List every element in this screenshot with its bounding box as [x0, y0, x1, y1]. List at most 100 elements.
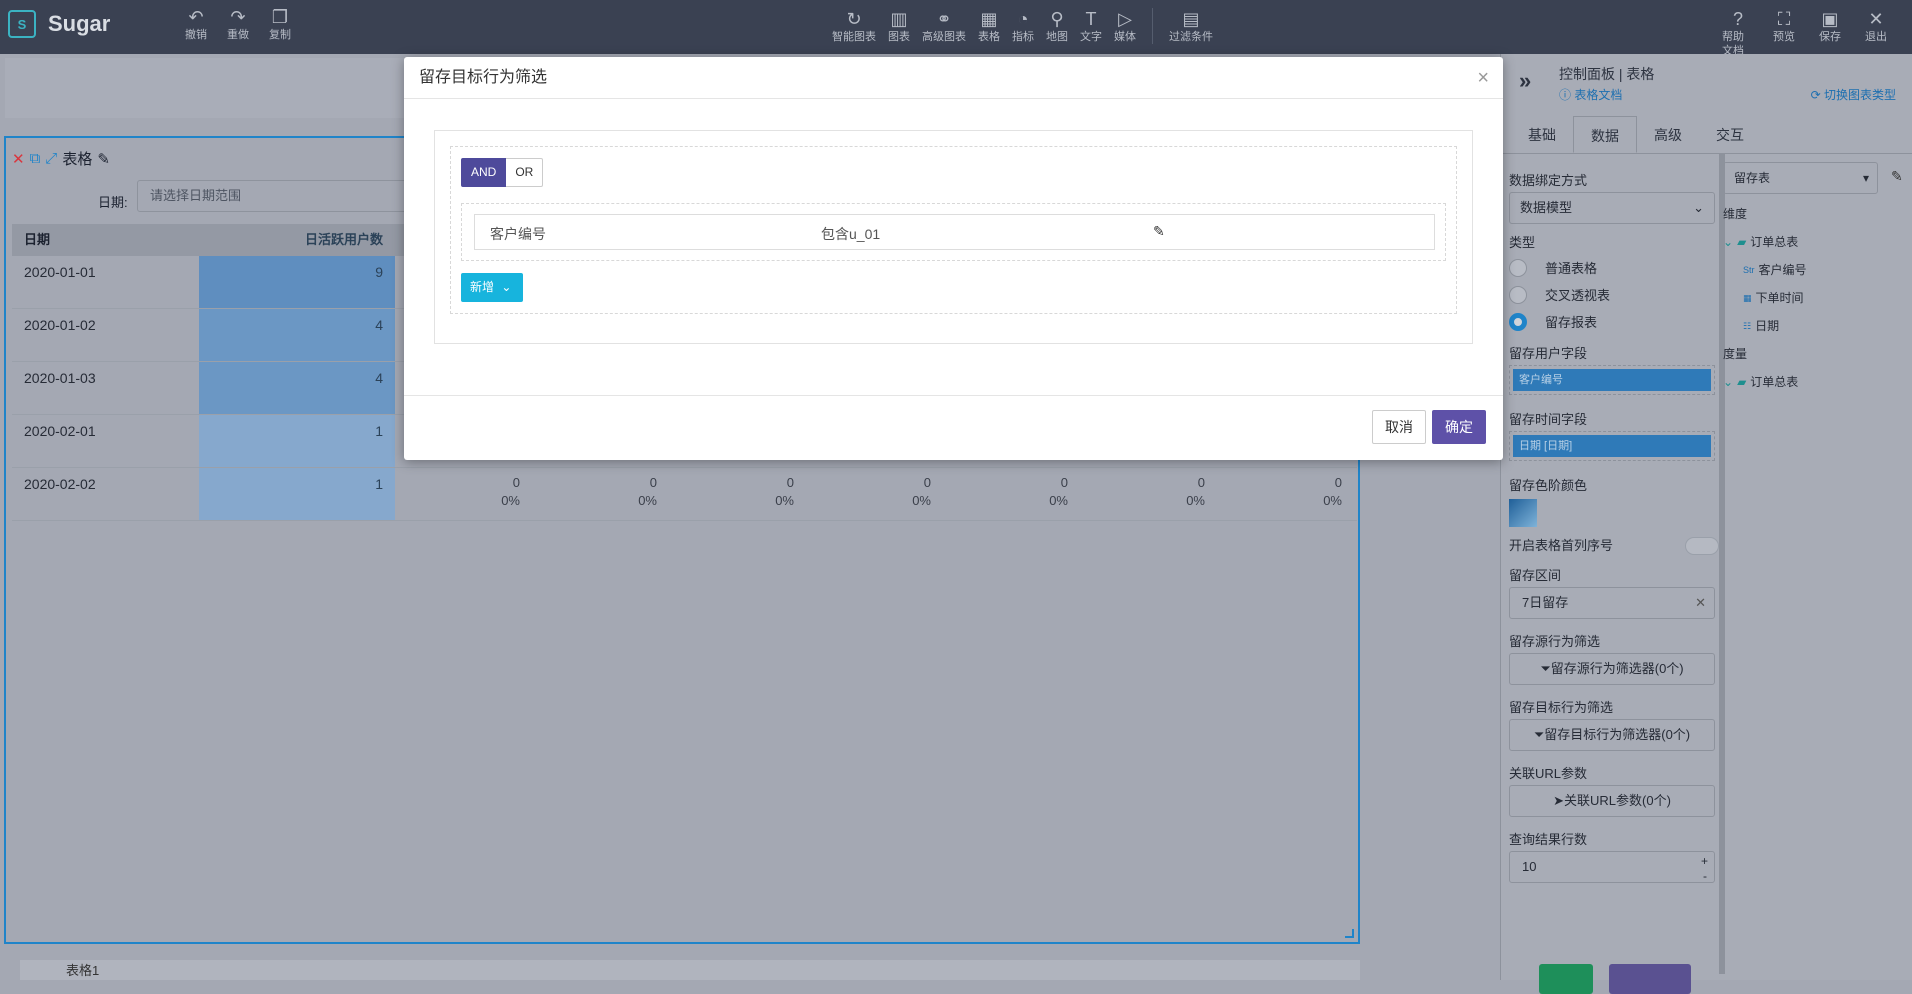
bar-chart-button[interactable]: ▥ 图表 — [888, 8, 910, 44]
user-field-dropzone[interactable]: 客户编号 — [1509, 365, 1715, 395]
modal-footer: 取消 确定 — [404, 395, 1503, 460]
edit-condition-icon[interactable]: ✎ — [1153, 223, 1165, 240]
stepper-down-icon[interactable]: - — [1703, 861, 1707, 891]
range-select[interactable]: 7日留存 ✕ — [1509, 587, 1715, 619]
smart-chart-button[interactable]: ↻ 智能图表 — [832, 8, 876, 44]
panel-bottom-buttons — [1539, 964, 1691, 994]
save-button[interactable]: ▣ 保存 — [1814, 8, 1846, 58]
tab-3[interactable]: 交互 — [1699, 116, 1761, 153]
table-doc-link[interactable]: ⓘ 表格文档 — [1559, 86, 1654, 103]
delete-icon[interactable]: ✕ — [12, 150, 25, 168]
map-pin-button[interactable]: ⚲ 地图 — [1046, 8, 1068, 44]
media-button[interactable]: ▷ 媒体 — [1114, 8, 1136, 44]
switch-chart-type-link[interactable]: ⟳ 切换图表类型 — [1811, 86, 1896, 103]
edit-title-icon[interactable]: ✎ — [97, 150, 110, 168]
user-field-chip[interactable]: 客户编号 — [1513, 369, 1711, 391]
funnel-icon: ⏷ — [1540, 661, 1551, 676]
media-icon: ▷ — [1118, 9, 1132, 29]
condition-list: 客户编号 包含u_01 ✎ — [461, 203, 1446, 261]
rows-input[interactable]: 10 + - — [1509, 851, 1715, 883]
logic-toggle: AND OR — [461, 158, 544, 187]
smart-chart-icon: ↻ — [846, 9, 862, 29]
collapse-panel-icon[interactable]: » — [1519, 68, 1531, 94]
gauge-button[interactable]: ◔ 指标 — [1012, 8, 1034, 44]
condition-row[interactable]: 客户编号 包含u_01 ✎ — [474, 214, 1435, 250]
confirm-button[interactable]: 确定 — [1432, 410, 1486, 444]
url-label: 关联URL参数 — [1509, 766, 1588, 781]
dimension-field[interactable]: ▦ 下单时间 — [1723, 284, 1905, 312]
cell-percent: 0% — [1323, 493, 1342, 508]
radio-icon[interactable] — [1509, 285, 1527, 304]
close-icon[interactable]: × — [1477, 57, 1489, 99]
time-field-label: 留存时间字段 — [1509, 412, 1588, 427]
filter-calendar-icon: ▤ — [1182, 9, 1200, 29]
binding-select[interactable]: 数据模型 ⌄ — [1509, 192, 1715, 224]
tab-1[interactable]: 数据 — [1573, 116, 1637, 153]
duplicate-icon[interactable]: ⧉ — [30, 150, 41, 167]
target-filter-button[interactable]: ⏷留存目标行为筛选器(0个) — [1509, 719, 1715, 751]
rows-value: 10 — [1522, 859, 1537, 874]
binding-label: 数据绑定方式 — [1509, 173, 1588, 188]
time-field-dropzone[interactable]: 日期 [日期] — [1509, 431, 1715, 461]
table-select-value: 留存表 — [1734, 171, 1771, 185]
source-filter-button[interactable]: ⏷留存源行为筛选器(0个) — [1509, 653, 1715, 685]
source-filter-button-label: 留存源行为筛选器(0个) — [1550, 661, 1684, 676]
dimension-field[interactable]: ☷ 日期 — [1723, 312, 1905, 340]
widget-tab-label[interactable]: 表格1 — [66, 963, 99, 978]
type-radio[interactable]: 交叉透视表 — [1509, 281, 1719, 308]
logic-or-button[interactable]: OR — [506, 158, 544, 187]
copy-button[interactable]: ❐ 复制 — [264, 6, 296, 42]
app-logo: S Sugar — [8, 10, 110, 38]
redo-icon: ↷ — [230, 7, 246, 27]
cell-retention: 0 0% — [943, 468, 1080, 520]
logic-and-button[interactable]: AND — [461, 158, 507, 187]
dimension-field[interactable]: Str 客户编号 — [1723, 256, 1905, 284]
debug-button[interactable] — [1539, 964, 1593, 994]
color-swatch[interactable] — [1509, 499, 1537, 527]
resize-handle-icon[interactable] — [1344, 928, 1354, 938]
radio-icon[interactable] — [1509, 312, 1527, 331]
measure-root[interactable]: ⌄ ▰ 订单总表 — [1723, 368, 1905, 396]
refresh-chart-button[interactable] — [1609, 964, 1691, 994]
expand-icon[interactable]: ⤢ — [45, 150, 57, 167]
radio-icon[interactable] — [1509, 258, 1527, 277]
widget-header: ✕ ⧉ ⤢ 表格 ✎ — [12, 148, 110, 169]
column-header-date[interactable]: 日期 — [12, 224, 199, 256]
text-icon: T — [1085, 9, 1097, 29]
text-button[interactable]: T 文字 — [1080, 8, 1102, 44]
column-header-dau[interactable]: 日活跃用户数 — [199, 224, 395, 256]
tab-0[interactable]: 基础 — [1511, 116, 1573, 153]
send-icon: ➤ — [1553, 793, 1564, 808]
close-button[interactable]: ✕ 退出 — [1860, 8, 1892, 58]
table-button[interactable]: ▦ 表格 — [978, 8, 1000, 44]
advanced-chart-button[interactable]: ⚭ 高级图表 — [922, 8, 966, 44]
panel-tabs: 基础 数据 高级 交互 — [1501, 116, 1912, 154]
table-select[interactable]: 留存表 ▾ — [1723, 162, 1878, 194]
help-button[interactable]: ? 帮助文档 — [1722, 8, 1754, 58]
cancel-button[interactable]: 取消 — [1372, 410, 1426, 444]
redo-button[interactable]: ↷ 重做 — [222, 6, 254, 42]
add-condition-button[interactable]: 新增 ⌄ — [461, 273, 523, 302]
type-radio[interactable]: 留存报表 — [1509, 308, 1719, 335]
dimension-root[interactable]: ⌄ ▰ 订单总表 — [1723, 228, 1905, 256]
toolbar-label: 智能图表 — [832, 31, 876, 43]
user-field-label: 留存用户字段 — [1509, 346, 1588, 361]
cell-count: 0 — [1334, 475, 1342, 490]
fullscreen-button[interactable]: ⛶ 预览 — [1768, 8, 1800, 58]
toolbar-label: 文字 — [1080, 31, 1102, 43]
time-field-chip[interactable]: 日期 [日期] — [1513, 435, 1711, 457]
url-params-button[interactable]: ➤关联URL参数(0个) — [1509, 785, 1715, 817]
undo-button[interactable]: ↶ 撤销 — [180, 6, 212, 42]
edit-icon[interactable]: ✎ — [1891, 168, 1903, 185]
type-radio[interactable]: 普通表格 — [1509, 254, 1719, 281]
date-range-input[interactable]: 请选择日期范围 — [137, 180, 417, 212]
toolbar-label: 重做 — [227, 29, 249, 41]
save-icon: ▣ — [1821, 9, 1839, 29]
serial-toggle[interactable] — [1685, 537, 1719, 555]
tab-2[interactable]: 高级 — [1637, 116, 1699, 153]
filter-calendar-button[interactable]: ▤ 过滤条件 — [1169, 8, 1213, 44]
condition-field: 客户编号 — [490, 226, 546, 242]
clear-icon[interactable]: ✕ — [1695, 588, 1706, 618]
cell-date: 2020-02-01 — [24, 423, 96, 439]
chevron-down-icon: ⌄ — [501, 280, 512, 294]
